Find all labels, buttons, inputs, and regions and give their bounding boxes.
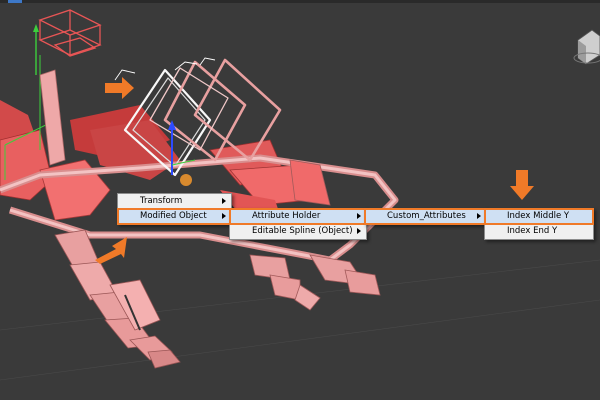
3d-viewport[interactable]: Transform Modified Object Attribute Hold…	[0, 0, 600, 400]
context-menu-level1[interactable]: Transform Modified Object	[117, 193, 232, 225]
menu-item-label: Index Middle Y	[507, 211, 570, 221]
submenu-arrow-icon	[357, 228, 361, 234]
menu-item-index-middle-y[interactable]: Index Middle Y	[484, 208, 594, 225]
menu-item-modified-object[interactable]: Modified Object	[117, 208, 232, 225]
context-menu-level4[interactable]: Index Middle Y Index End Y	[484, 208, 594, 240]
menu-item-label: Custom_Attributes	[387, 211, 466, 221]
menu-item-transform[interactable]: Transform	[118, 194, 231, 209]
helper-wire-box[interactable]	[38, 9, 102, 57]
submenu-arrow-icon	[222, 213, 226, 219]
submenu-arrow-icon	[357, 213, 361, 219]
scene-canvas[interactable]	[0, 0, 600, 400]
menu-item-index-end-y[interactable]: Index End Y	[485, 224, 593, 239]
menu-item-label: Editable Spline (Object)	[252, 226, 353, 236]
submenu-arrow-icon	[477, 213, 481, 219]
annotation-arrow-icon	[510, 170, 534, 200]
menu-item-label: Transform	[140, 196, 183, 206]
context-menu-level3[interactable]: Custom_Attributes	[364, 208, 487, 225]
transform-gizmo-icon[interactable]	[168, 120, 196, 186]
menu-item-custom-attributes[interactable]: Custom_Attributes	[364, 208, 487, 225]
viewcube-icon[interactable]	[573, 29, 600, 65]
submenu-arrow-icon	[222, 198, 226, 204]
gizmo-icon[interactable]	[33, 24, 39, 75]
context-menu-level2[interactable]: Attribute Holder Editable Spline (Object…	[229, 208, 367, 240]
menu-item-label: Attribute Holder	[252, 211, 321, 221]
menu-item-label: Index End Y	[507, 226, 558, 236]
annotation-arrow-icon	[105, 77, 134, 99]
annotation-arrow-icon	[95, 237, 127, 264]
menu-item-attribute-holder[interactable]: Attribute Holder	[229, 208, 367, 225]
menu-item-label: Modified Object	[140, 211, 207, 221]
menu-item-editable-spline[interactable]: Editable Spline (Object)	[230, 224, 366, 239]
